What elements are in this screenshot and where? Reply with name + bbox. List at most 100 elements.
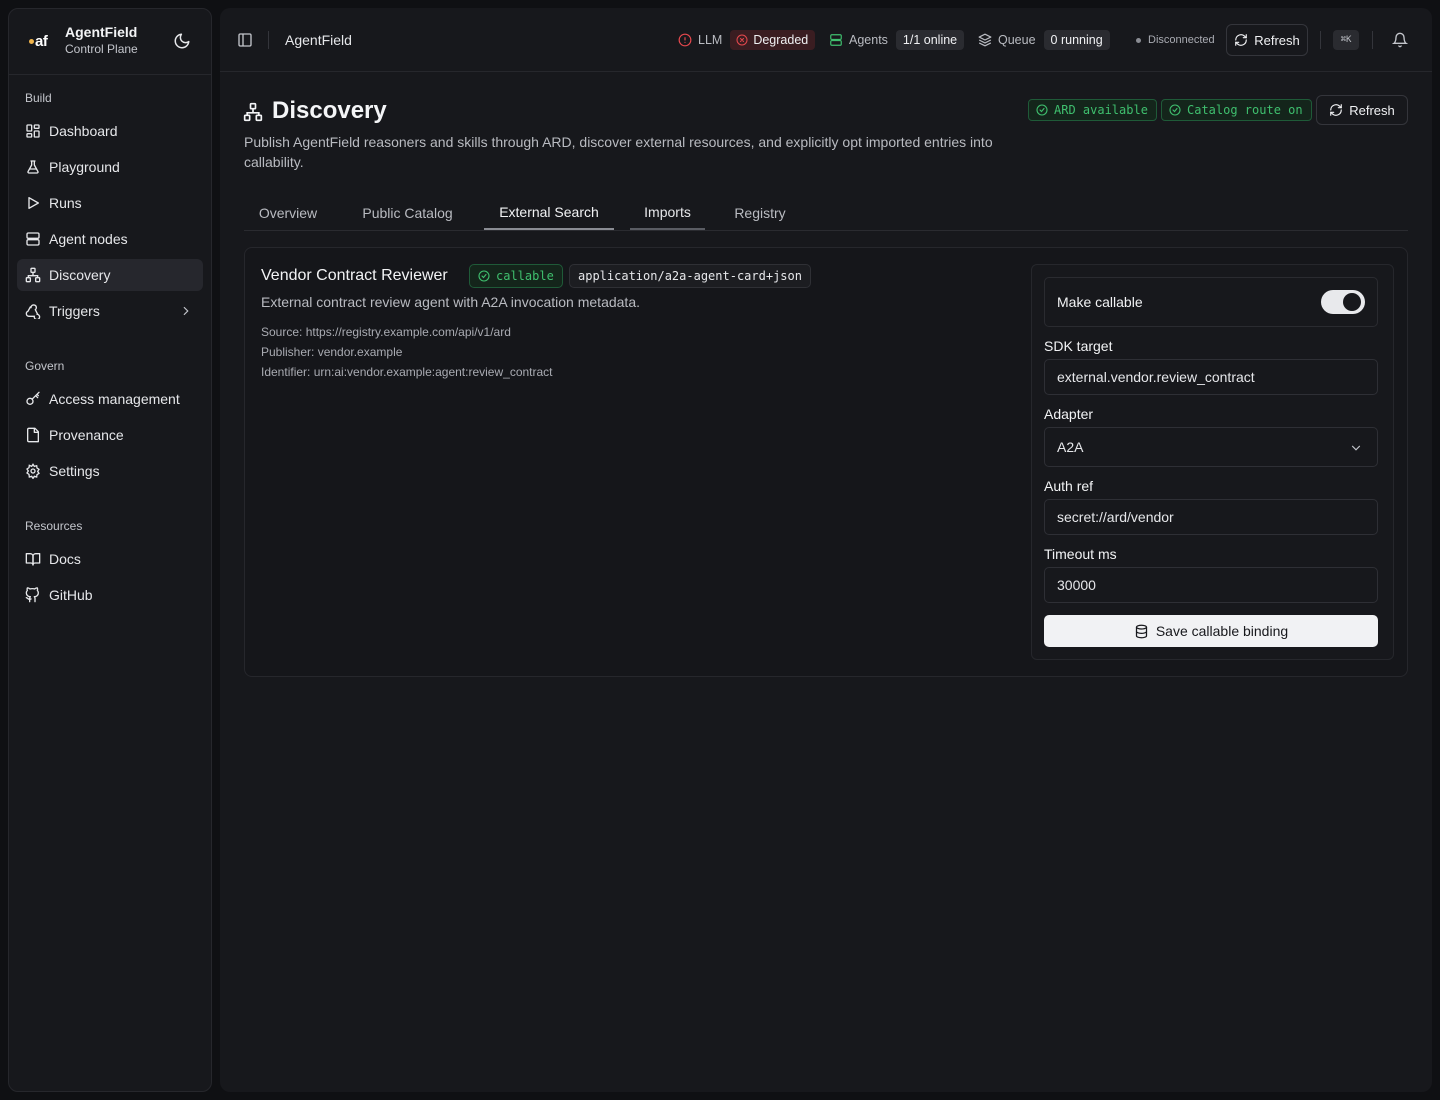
make-callable-toggle[interactable] xyxy=(1321,290,1365,314)
entry-description: External contract review agent with A2A … xyxy=(261,294,640,310)
sidebar-item-docs[interactable]: Docs xyxy=(17,543,203,575)
sidebar-item-runs[interactable]: Runs xyxy=(17,187,203,219)
make-callable-row: Make callable xyxy=(1044,277,1378,327)
connection-status: Disconnected xyxy=(1136,34,1215,46)
page-title: Discovery xyxy=(272,97,387,124)
chevron-down-icon xyxy=(1349,441,1363,455)
nav-section-resources: Resources xyxy=(25,519,83,533)
sidebar: af AgentField Control Plane Build Dashbo… xyxy=(8,8,212,1092)
auth-ref-input[interactable] xyxy=(1044,499,1378,535)
play-icon xyxy=(25,195,41,211)
sidebar-toggle-icon[interactable] xyxy=(237,32,253,48)
sidebar-item-label: Triggers xyxy=(49,303,100,319)
queue-status[interactable]: Queue 0 running xyxy=(978,28,1110,52)
sidebar-item-label: Dashboard xyxy=(49,123,118,139)
check-circle-icon xyxy=(1036,104,1048,116)
layers-icon xyxy=(978,33,992,47)
sidebar-item-label: Docs xyxy=(49,551,81,567)
refresh-icon xyxy=(1329,103,1343,117)
entry-publisher: Publisher: vendor.example xyxy=(261,345,403,359)
sidebar-item-triggers[interactable]: Triggers xyxy=(17,295,203,327)
brand-subtitle: Control Plane xyxy=(65,42,138,56)
llm-label: LLM xyxy=(698,33,723,47)
bell-icon[interactable] xyxy=(1392,32,1408,48)
alert-circle-icon xyxy=(678,33,692,47)
moon-icon[interactable] xyxy=(173,32,193,52)
sidebar-item-discovery[interactable]: Discovery xyxy=(17,259,203,291)
sidebar-item-label: Playground xyxy=(49,159,120,175)
key-icon xyxy=(25,391,41,407)
catalog-route-badge: Catalog route on xyxy=(1161,99,1312,121)
top-refresh-button[interactable]: Refresh xyxy=(1226,24,1308,56)
sidebar-item-agent-nodes[interactable]: Agent nodes xyxy=(17,223,203,255)
sdk-target-input[interactable] xyxy=(1044,359,1378,395)
webhook-icon xyxy=(25,303,41,319)
llm-status[interactable]: LLM Degraded xyxy=(678,28,816,52)
llm-status-badge: Degraded xyxy=(730,30,816,50)
divider xyxy=(1320,31,1321,49)
sidebar-item-github[interactable]: GitHub xyxy=(17,579,203,611)
database-icon xyxy=(1134,624,1149,639)
adapter-label: Adapter xyxy=(1044,406,1094,422)
sidebar-item-label: Access management xyxy=(49,391,180,407)
make-callable-label: Make callable xyxy=(1057,294,1143,310)
network-icon xyxy=(25,267,41,283)
refresh-icon xyxy=(1234,33,1248,47)
divider xyxy=(1372,31,1373,49)
sidebar-item-provenance[interactable]: Provenance xyxy=(17,419,203,451)
search-result-card: Vendor Contract Reviewer callable applic… xyxy=(244,247,1408,677)
status-dot xyxy=(1136,37,1141,43)
sidebar-item-label: Agent nodes xyxy=(49,231,128,247)
media-type-badge: application/a2a-agent-card+json xyxy=(569,264,811,288)
tab-imports[interactable]: Imports xyxy=(630,196,705,230)
chevron-right-icon xyxy=(179,304,193,318)
save-callable-binding-button[interactable]: Save callable binding xyxy=(1044,615,1378,647)
divider xyxy=(268,31,269,49)
tab-public-catalog[interactable]: Public Catalog xyxy=(347,196,468,230)
page-refresh-button[interactable]: Refresh xyxy=(1316,95,1408,125)
sidebar-item-label: GitHub xyxy=(49,587,93,603)
sidebar-item-dashboard[interactable]: Dashboard xyxy=(17,115,203,147)
tab-bar: Overview Public Catalog External Search … xyxy=(244,196,1408,231)
entry-name: Vendor Contract Reviewer xyxy=(261,267,448,284)
main-panel: AgentField LLM Degraded Agents 1/1 onlin… xyxy=(220,8,1432,1092)
x-circle-icon xyxy=(736,34,748,46)
agents-status[interactable]: Agents 1/1 online xyxy=(829,28,965,52)
callable-badge: callable xyxy=(469,264,563,288)
server-icon xyxy=(25,231,41,247)
gear-icon xyxy=(25,463,41,479)
auth-ref-label: Auth ref xyxy=(1044,478,1094,494)
top-bar-title: AgentField xyxy=(285,32,352,48)
sidebar-item-label: Discovery xyxy=(49,267,111,283)
timeout-input[interactable] xyxy=(1044,567,1378,603)
adapter-select[interactable]: A2A xyxy=(1044,427,1378,467)
toggle-knob xyxy=(1343,293,1361,311)
github-icon xyxy=(25,587,41,603)
queue-count-badge: 0 running xyxy=(1043,30,1110,50)
book-icon xyxy=(25,551,41,567)
brand-logo: af xyxy=(29,30,59,54)
sdk-target-label: SDK target xyxy=(1044,338,1113,354)
entry-identifier: Identifier: urn:ai:vendor.example:agent:… xyxy=(261,365,553,379)
tab-registry[interactable]: Registry xyxy=(720,196,800,230)
top-bar: AgentField LLM Degraded Agents 1/1 onlin… xyxy=(220,8,1432,72)
sidebar-item-settings[interactable]: Settings xyxy=(17,455,203,487)
sidebar-item-access-management[interactable]: Access management xyxy=(17,383,203,415)
queue-label: Queue xyxy=(998,33,1036,47)
brand-title: AgentField xyxy=(65,24,138,40)
tab-overview[interactable]: Overview xyxy=(244,196,332,230)
network-icon xyxy=(243,102,263,122)
adapter-value: A2A xyxy=(1057,439,1084,455)
sidebar-item-label: Runs xyxy=(49,195,82,211)
document-icon xyxy=(25,427,41,443)
agents-count-badge: 1/1 online xyxy=(895,30,965,50)
tab-external-search[interactable]: External Search xyxy=(484,196,614,230)
command-shortcut-badge[interactable]: ⌘K xyxy=(1333,30,1359,50)
callable-binding-form: Make callable SDK target Adapter A2A Aut… xyxy=(1031,264,1394,660)
sidebar-item-label: Settings xyxy=(49,463,100,479)
sidebar-item-playground[interactable]: Playground xyxy=(17,151,203,183)
dashboard-icon xyxy=(25,123,41,139)
timeout-label: Timeout ms xyxy=(1044,546,1117,562)
entry-source: Source: https://registry.example.com/api… xyxy=(261,325,511,339)
page-description: Publish AgentField reasoners and skills … xyxy=(244,134,993,170)
